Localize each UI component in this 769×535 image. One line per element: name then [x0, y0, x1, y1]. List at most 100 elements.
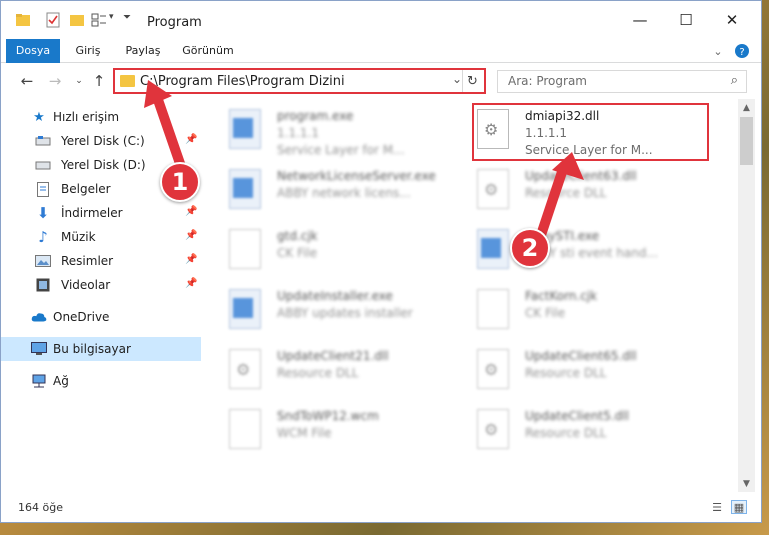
maximize-button[interactable]: ☐: [663, 5, 709, 35]
file-item[interactable]: UpdateClient21.dll Resource DLL: [229, 347, 469, 403]
pictures-icon: [35, 253, 51, 269]
folder-icon: [120, 75, 135, 87]
navigation-bar: ← → ⌄ ↑ C:\Program Files\Program Dizini …: [1, 63, 761, 99]
sidebar-item-label: Hızlı erişim: [53, 110, 120, 124]
pin-icon[interactable]: 📌: [185, 254, 197, 265]
scroll-down-icon[interactable]: ▼: [738, 475, 755, 492]
expand-ribbon-icon[interactable]: ⌄: [709, 42, 727, 60]
sidebar-item-label: Videolar: [61, 278, 111, 292]
refresh-icon[interactable]: ↻: [462, 70, 482, 92]
file-description: CK File: [525, 306, 566, 320]
file-item[interactable]: FactKorn.cjk CK File: [477, 287, 717, 343]
cloud-icon: [31, 309, 47, 325]
file-description: WCM File: [277, 426, 332, 440]
scroll-up-icon[interactable]: ▲: [738, 99, 755, 116]
sidebar-item-videos[interactable]: Videolar 📌: [1, 273, 201, 297]
back-arrow-icon[interactable]: ←: [17, 71, 37, 91]
recent-locations-icon[interactable]: ⌄: [69, 71, 89, 91]
file-description: ABBY updates installer: [277, 306, 413, 320]
file-description: CK File: [277, 246, 318, 260]
new-folder-icon[interactable]: [69, 12, 85, 28]
dll-gear-icon: [477, 169, 509, 209]
sidebar-item-label: Müzik: [61, 230, 96, 244]
sidebar-item-label: İndirmeler: [61, 206, 123, 220]
application-icon: [229, 289, 261, 329]
computer-icon: [31, 341, 47, 357]
minimize-button[interactable]: —: [617, 5, 663, 35]
file-description: Resource DLL: [525, 366, 607, 380]
sidebar-item-label: OneDrive: [53, 310, 110, 324]
file-description: Resource DLL: [277, 366, 359, 380]
step-1-badge: 1: [160, 162, 200, 202]
view-menu-icon[interactable]: [91, 12, 107, 28]
large-icons-view-icon[interactable]: ▦: [731, 500, 747, 514]
help-icon[interactable]: ?: [733, 42, 751, 60]
file-item[interactable]: UpdateClient63.dll Resource DLL: [477, 167, 717, 223]
tab-giris[interactable]: Giriş: [67, 39, 109, 63]
file-name: NetworkLicenseServer.exe: [277, 169, 436, 183]
sidebar-item-label: Yerel Disk (C:): [61, 134, 145, 148]
sidebar-item-onedrive[interactable]: OneDrive: [1, 305, 201, 329]
sidebar-item-pictures[interactable]: Resimler 📌: [1, 249, 201, 273]
file-name: UpdateInstaller.exe: [277, 289, 393, 303]
chevron-down-icon[interactable]: ⌄: [452, 72, 462, 86]
file-item[interactable]: gtd.cjk CK File: [229, 227, 469, 283]
file-name: UpdateClient5.dll: [525, 409, 629, 423]
tab-dosya[interactable]: Dosya: [6, 39, 60, 63]
status-bar: 164 öğe ☰ ▦: [1, 492, 761, 522]
pin-icon[interactable]: 📌: [185, 230, 197, 241]
close-button[interactable]: ✕: [709, 5, 755, 35]
step-2-badge: 2: [510, 228, 550, 268]
title-bar: ▾ ⏷ Program — ☐ ✕: [1, 1, 761, 39]
up-arrow-icon[interactable]: ↑: [89, 71, 109, 91]
network-icon: [31, 373, 47, 389]
drive-icon: [35, 133, 51, 149]
file-name: program.exe: [277, 109, 354, 123]
search-box[interactable]: Ara: Program ⌕: [497, 70, 747, 93]
video-icon: [35, 277, 51, 293]
pin-icon[interactable]: 📌: [185, 278, 197, 289]
item-count: 164 öğe: [18, 501, 63, 514]
pin-icon[interactable]: 📌: [185, 206, 197, 217]
scroll-thumb[interactable]: [740, 117, 753, 165]
tab-paylas[interactable]: Paylaş: [119, 39, 167, 63]
svg-text:?: ?: [739, 47, 744, 58]
star-icon: ★: [33, 109, 45, 125]
file-item[interactable]: UpdateInstaller.exe ABBY updates install…: [229, 287, 469, 343]
application-icon: [229, 109, 261, 149]
forward-arrow-icon[interactable]: →: [45, 71, 65, 91]
documents-icon: [35, 181, 51, 197]
file-name: FactKorn.cjk: [525, 289, 598, 303]
file-description: Resource DLL: [525, 426, 607, 440]
document-icon: [229, 409, 261, 449]
vertical-scrollbar[interactable]: ▲ ▼: [738, 99, 755, 492]
window-title: Program: [147, 15, 202, 30]
dll-gear-icon: [477, 409, 509, 449]
music-icon: ♪: [38, 228, 48, 246]
search-input[interactable]: Ara: Program: [508, 74, 587, 88]
properties-icon[interactable]: [45, 12, 61, 28]
sidebar-item-network[interactable]: Ağ: [1, 369, 201, 393]
file-version: 1.1.1.1: [277, 126, 319, 140]
details-view-icon[interactable]: ☰: [709, 500, 725, 514]
customize-toolbar-icon[interactable]: ⏷: [123, 12, 139, 28]
file-name: UpdateClient21.dll: [277, 349, 389, 363]
file-name: UpdateClient65.dll: [525, 349, 637, 363]
sidebar-item-label: Yerel Disk (D:): [61, 158, 146, 172]
file-item[interactable]: UpdateClient65.dll Resource DLL: [477, 347, 717, 403]
file-name: gtd.cjk: [277, 229, 318, 243]
file-description: ABBY network licens...: [277, 186, 411, 200]
tab-gorunum[interactable]: Görünüm: [177, 39, 239, 63]
search-icon[interactable]: ⌕: [731, 73, 738, 88]
sidebar-item-label: Belgeler: [61, 182, 111, 196]
file-item[interactable]: SndToWP12.wcm WCM File: [229, 407, 469, 463]
sidebar-item-this-pc[interactable]: Bu bilgisayar: [1, 337, 201, 361]
drive-icon: [35, 157, 51, 173]
sidebar-item-music[interactable]: ♪ Müzik 📌: [1, 225, 201, 249]
file-item[interactable]: UpdateClient5.dll Resource DLL: [477, 407, 717, 463]
sidebar-item-label: Resimler: [61, 254, 114, 268]
file-item[interactable]: program.exe 1.1.1.1 Service Layer for M.…: [229, 107, 469, 163]
file-item[interactable]: NetworkLicenseServer.exe ABBY network li…: [229, 167, 469, 223]
sidebar-item-label: Ağ: [53, 374, 69, 388]
sidebar-item-downloads[interactable]: ⬇ İndirmeler 📌: [1, 201, 201, 225]
